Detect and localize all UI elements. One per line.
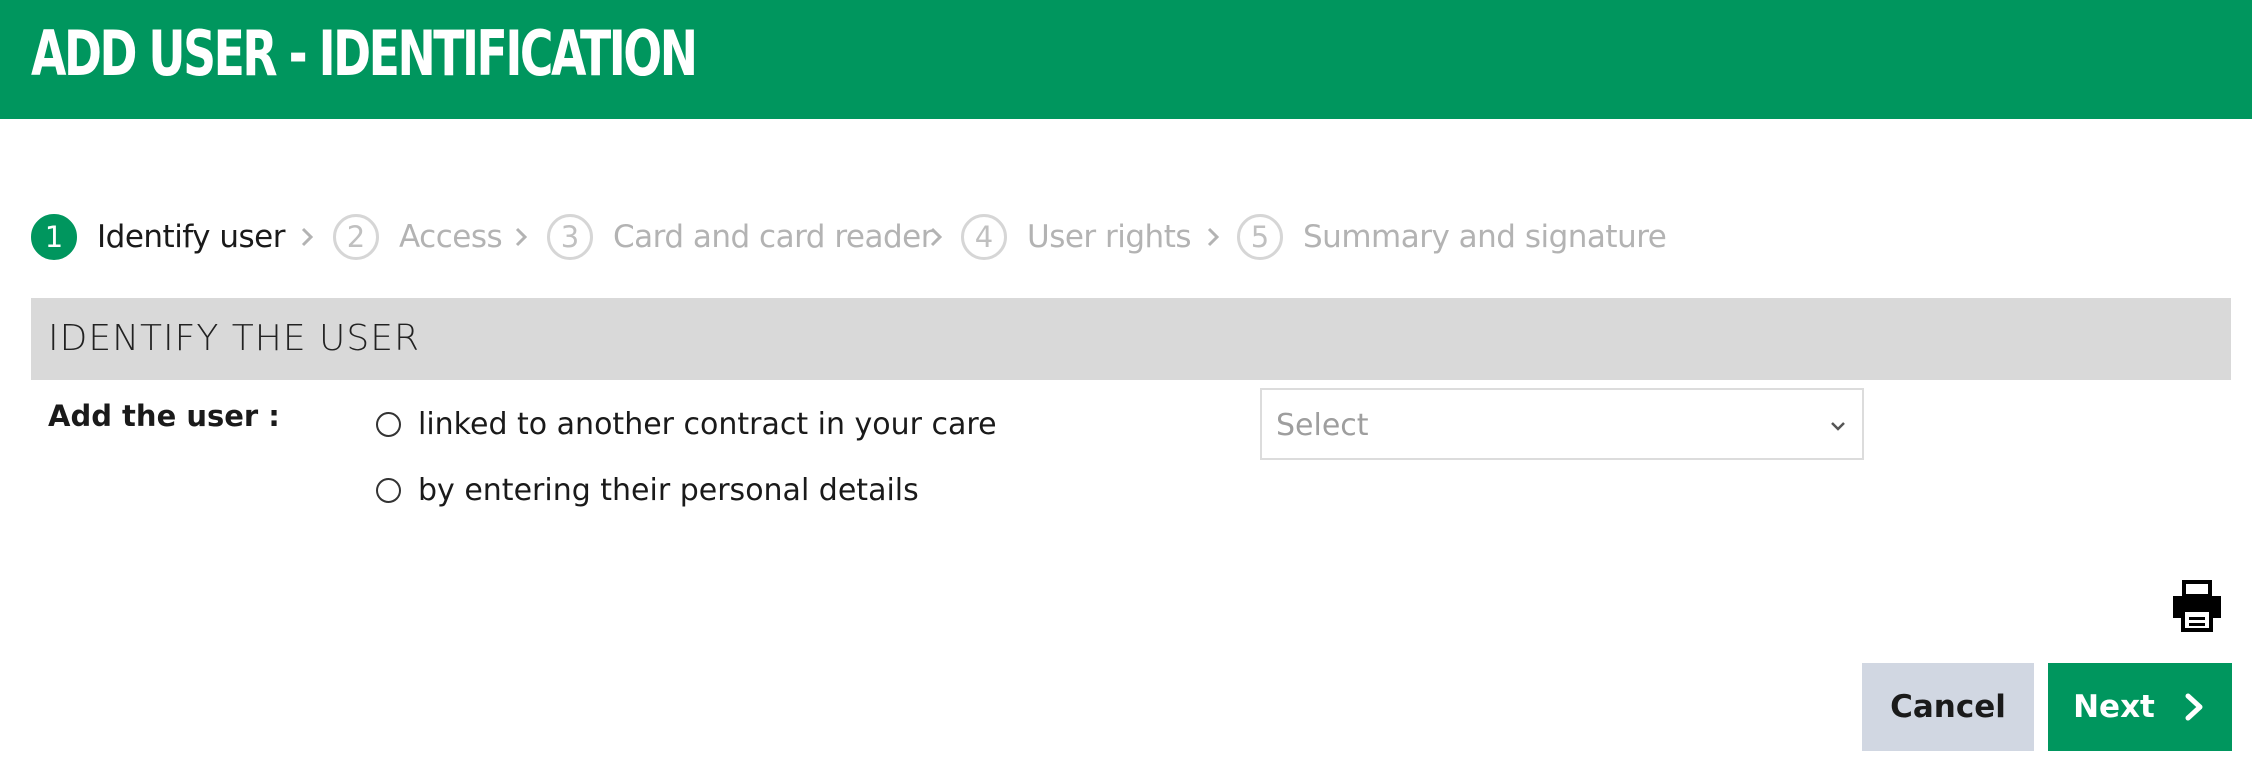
step-number: 3 [547,214,593,260]
next-button[interactable]: Next [2048,663,2232,751]
step-number: 1 [31,214,77,260]
step-label: Identify user [97,219,286,255]
printer-icon[interactable] [2169,578,2225,634]
select-value: Select [1276,408,1369,443]
step-label: Access [399,219,503,255]
chevron-right-icon [515,227,528,247]
radio-personal-details[interactable]: by entering their personal details [376,473,919,508]
step-label: Card and card reader [613,219,933,255]
next-button-label: Next [2073,689,2155,725]
radio-label: by entering their personal details [418,473,919,508]
step-user-rights[interactable]: 4 User rights [961,211,1192,263]
step-summary-and-signature[interactable]: 5 Summary and signature [1237,211,1667,263]
step-access[interactable]: 2 Access [333,211,503,263]
step-label: Summary and signature [1303,219,1667,255]
chevron-right-icon [930,227,943,247]
step-card-and-card-reader[interactable]: 3 Card and card reader [547,211,933,263]
radio-button[interactable] [376,478,401,503]
chevron-right-icon [1207,227,1220,247]
chevron-right-icon [301,227,314,247]
cancel-button[interactable]: Cancel [1862,663,2034,751]
chevron-right-icon [2185,693,2203,721]
section-header: IDENTIFY THE USER [31,298,2231,380]
step-number: 4 [961,214,1007,260]
step-number: 5 [1237,214,1283,260]
radio-linked-contract[interactable]: linked to another contract in your care [376,407,997,442]
section-title: IDENTIFY THE USER [48,318,420,359]
step-label: User rights [1027,219,1192,255]
step-identify-user[interactable]: 1 Identify user [31,211,286,263]
cancel-button-label: Cancel [1890,689,2006,725]
chevron-down-icon [1831,422,1845,431]
page-title: ADD USER - IDENTIFICATION [31,17,698,90]
step-number: 2 [333,214,379,260]
progress-stepper: 1 Identify user 2 Access 3 Card and card… [31,211,1731,263]
radio-label: linked to another contract in your care [418,407,997,442]
page-header: ADD USER - IDENTIFICATION [0,0,2252,119]
add-user-label: Add the user : [48,399,280,433]
contract-select[interactable]: Select [1260,388,1864,460]
radio-button[interactable] [376,412,401,437]
